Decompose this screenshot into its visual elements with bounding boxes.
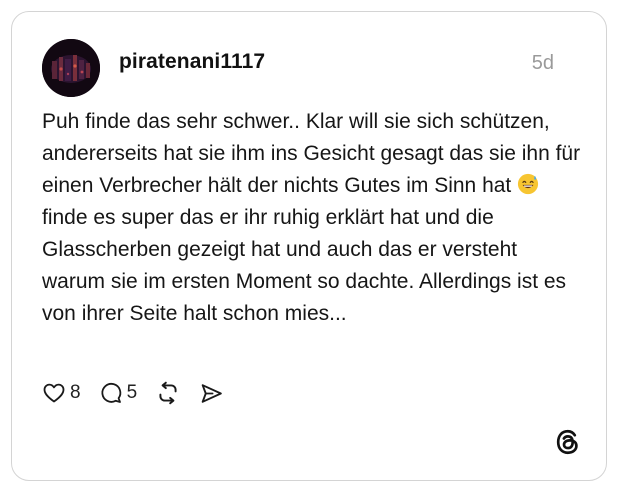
repost-icon [159,381,177,405]
username[interactable]: piratenani1117 [119,50,265,74]
post-card: piratenani1117 5d Puh finde das sehr sch… [11,11,607,481]
avatar[interactable] [42,39,100,97]
send-icon [201,383,222,403]
post-text: Puh finde das sehr schwer.. Klar will si… [42,106,582,330]
reply-count: 5 [126,382,138,403]
timestamp: 5d [531,52,554,74]
avatar-image [42,39,100,97]
repost-button[interactable] [155,380,181,406]
like-button[interactable]: 8 [42,381,81,405]
grinning-sweat-emoji-icon [518,173,539,195]
reply-button[interactable]: 5 [99,381,138,405]
share-button[interactable] [199,381,224,406]
heart-icon [43,383,65,403]
action-bar: 8 5 [42,378,242,408]
threads-logo-icon[interactable] [554,428,582,456]
comment-icon [101,382,121,403]
post-text-part-2: finde es super das er ihr ruhig erklärt … [42,206,567,325]
post-text-part-1: Puh finde das sehr schwer.. Klar will si… [42,110,581,197]
like-count: 8 [70,382,81,403]
